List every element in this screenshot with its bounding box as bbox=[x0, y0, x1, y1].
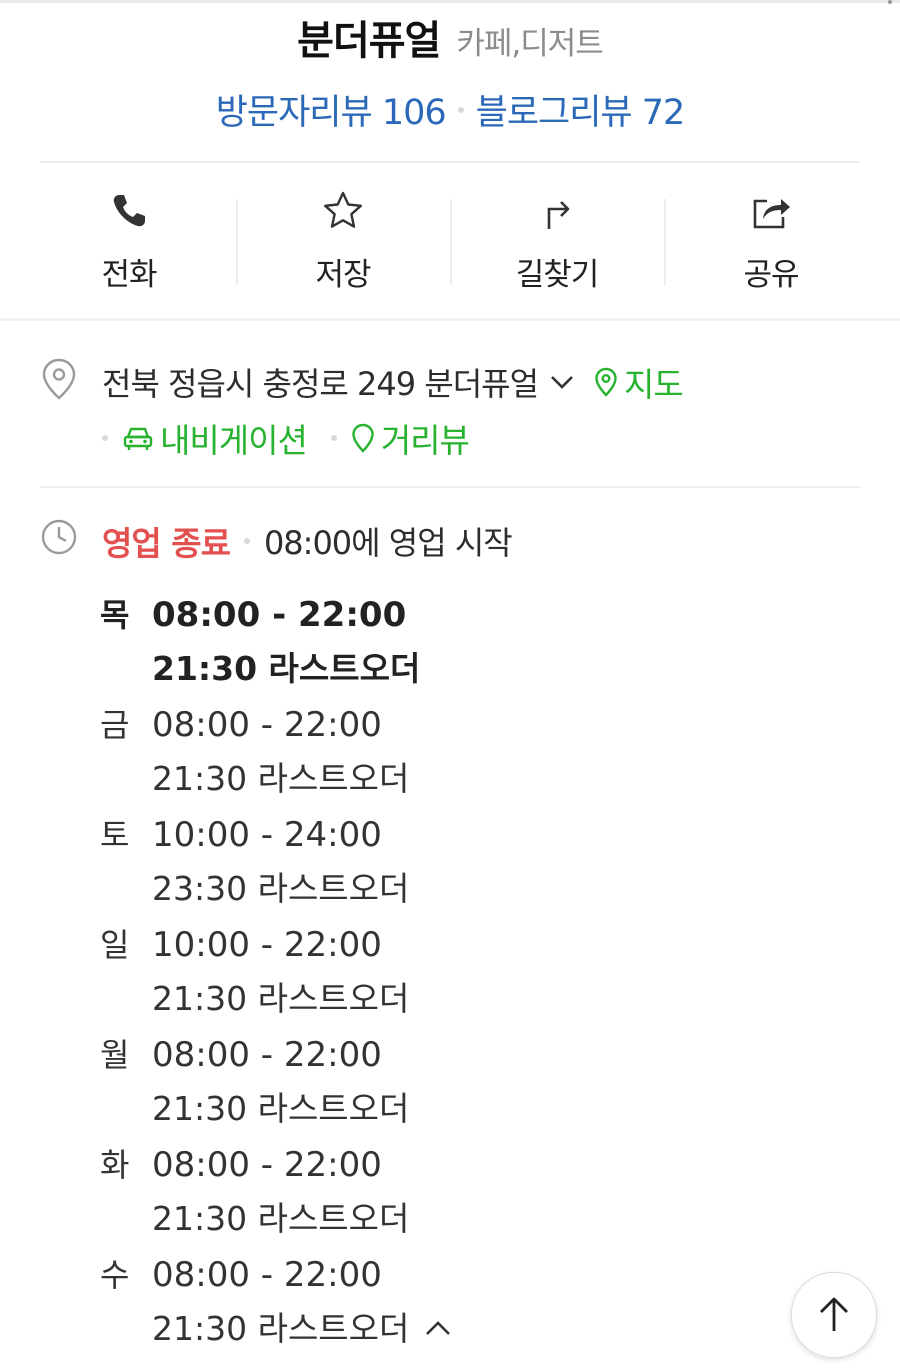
directions-button[interactable]: 길찾기 bbox=[450, 185, 664, 295]
next-open-time: 08:00에 영업 시작 bbox=[263, 524, 513, 562]
directions-label: 길찾기 bbox=[515, 257, 600, 293]
day-hours: 08:00 - 22:00 bbox=[152, 1035, 382, 1075]
last-order-text: 21:30 라스트오더 bbox=[152, 1199, 410, 1238]
save-label: 저장 bbox=[315, 257, 371, 293]
last-order-text: 21:30 라스트오더 bbox=[152, 1089, 410, 1128]
scroll-to-top-button[interactable] bbox=[791, 1272, 877, 1358]
day-name: 월 bbox=[100, 1036, 130, 1074]
last-order: 21:30 라스트오더 bbox=[152, 976, 409, 1022]
share-icon bbox=[753, 199, 790, 229]
chevron-down-icon[interactable] bbox=[548, 368, 576, 396]
title-row: 분더퓨얼 카페,디저트 bbox=[0, 8, 900, 66]
last-order: 21:30 라스트오더 bbox=[152, 1086, 409, 1132]
place-header: 분더퓨얼 카페,디저트 방문자리뷰 106 블로그리뷰 72 bbox=[0, 8, 900, 135]
day-name: 화 bbox=[100, 1146, 130, 1184]
day-name: 금 bbox=[100, 706, 130, 744]
day-name: 수 bbox=[100, 1256, 130, 1294]
day-name: 목 bbox=[100, 596, 130, 634]
street-view-pin-icon bbox=[352, 423, 374, 453]
separator-dot bbox=[102, 435, 108, 441]
blog-reviews-link[interactable]: 블로그리뷰 72 bbox=[476, 84, 686, 135]
scroll-indicator bbox=[888, 0, 892, 4]
last-order-text: 21:30 라스트오더 bbox=[152, 979, 410, 1018]
day-hours: 08:00 - 22:00 bbox=[152, 1145, 382, 1185]
day-hours: 08:00 - 22:00 bbox=[152, 705, 382, 745]
map-pin-icon bbox=[595, 367, 617, 397]
navigation-label: 내비게이션 bbox=[160, 421, 308, 460]
separator-dot bbox=[243, 538, 250, 544]
last-order-text: 23:30 라스트오더 bbox=[152, 869, 410, 908]
last-order: 21:30 라스트오더 bbox=[152, 1196, 409, 1242]
address-links-row: 내비게이션 거리뷰 bbox=[102, 414, 470, 462]
map-label: 지도 bbox=[624, 365, 684, 404]
day-hours: 08:00 - 22:00 bbox=[152, 595, 407, 635]
action-bar: 전화 저장 길찾기 공유 bbox=[22, 185, 878, 295]
share-button[interactable]: 공유 bbox=[664, 185, 878, 295]
place-name: 분더퓨얼 bbox=[297, 18, 441, 64]
last-order-text: 21:30 라스트오더 bbox=[152, 1309, 410, 1348]
arrow-up-icon bbox=[820, 1297, 848, 1331]
navigation-link[interactable]: 내비게이션 bbox=[122, 414, 308, 462]
day-name: 일 bbox=[100, 926, 130, 964]
last-order: 21:30 라스트오더 bbox=[152, 756, 409, 802]
save-button[interactable]: 저장 bbox=[236, 185, 450, 295]
phone-icon bbox=[113, 195, 145, 227]
street-view-link[interactable]: 거리뷰 bbox=[351, 414, 470, 462]
car-icon bbox=[123, 427, 153, 450]
last-order: 21:30 라스트오더 bbox=[152, 646, 420, 692]
visitor-reviews-link[interactable]: 방문자리뷰 106 bbox=[216, 84, 447, 135]
last-order-text: 21:30 라스트오더 bbox=[152, 649, 421, 688]
last-order-text: 21:30 라스트오더 bbox=[152, 759, 410, 798]
business-status[interactable]: 영업 종료 08:00에 영업 시작 bbox=[102, 517, 513, 565]
day-hours: 10:00 - 24:00 bbox=[152, 815, 382, 855]
call-button[interactable]: 전화 bbox=[22, 185, 236, 295]
review-links: 방문자리뷰 106 블로그리뷰 72 bbox=[0, 84, 900, 135]
day-hours: 10:00 - 22:00 bbox=[152, 925, 382, 965]
section-divider bbox=[0, 318, 900, 321]
address-divider bbox=[40, 486, 860, 488]
chevron-up-icon[interactable] bbox=[423, 1317, 453, 1341]
star-icon bbox=[324, 191, 362, 228]
day-hours: 08:00 - 22:00 bbox=[152, 1255, 382, 1295]
last-order: 21:30 라스트오더 bbox=[152, 1306, 453, 1352]
day-name: 토 bbox=[100, 816, 130, 854]
map-link[interactable]: 지도 bbox=[594, 358, 684, 406]
address-row: 전북 정읍시 충정로 249 분더퓨얼 지도 bbox=[102, 358, 684, 406]
separator-dot bbox=[457, 106, 464, 113]
call-label: 전화 bbox=[101, 257, 157, 293]
street-view-label: 거리뷰 bbox=[380, 421, 470, 460]
header-divider bbox=[40, 161, 860, 163]
top-divider bbox=[0, 0, 900, 3]
separator-dot bbox=[330, 435, 337, 441]
address-text: 전북 정읍시 충정로 249 분더퓨얼 bbox=[102, 365, 539, 403]
share-label: 공유 bbox=[743, 257, 799, 293]
status-closed: 영업 종료 bbox=[102, 524, 231, 563]
location-pin-icon bbox=[42, 358, 76, 400]
last-order: 23:30 라스트오더 bbox=[152, 866, 409, 912]
directions-icon bbox=[547, 201, 570, 229]
place-category: 카페,디저트 bbox=[456, 26, 603, 62]
clock-icon bbox=[41, 519, 77, 555]
